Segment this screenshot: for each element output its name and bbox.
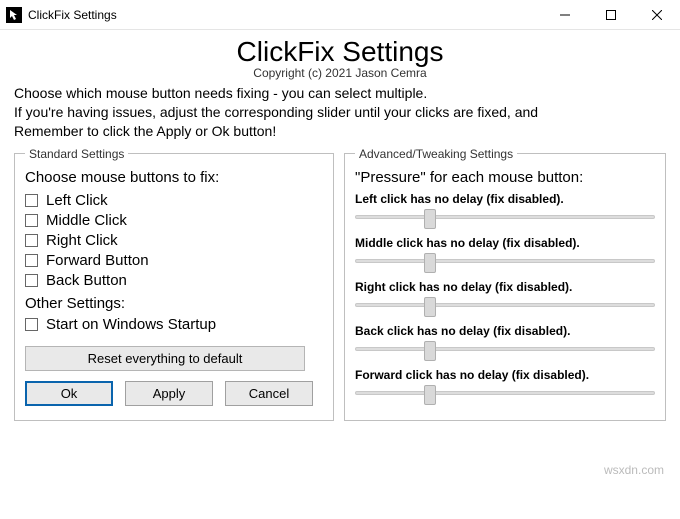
checkbox-label: Middle Click (46, 212, 127, 229)
intro-line: Remember to click the Apply or Ok button… (14, 122, 666, 141)
left-slider-label: Left click has no delay (fix disabled). (355, 192, 655, 206)
slider-track (355, 347, 655, 351)
reset-button[interactable]: Reset everything to default (25, 346, 305, 371)
checkbox-icon (25, 274, 38, 287)
slider-thumb[interactable] (424, 253, 436, 273)
slider-thumb[interactable] (424, 385, 436, 405)
right-slider[interactable] (355, 296, 655, 318)
checkbox-icon (25, 254, 38, 267)
cancel-button[interactable]: Cancel (225, 381, 313, 406)
forward-slider[interactable] (355, 384, 655, 406)
choose-buttons-label: Choose mouse buttons to fix: (25, 169, 323, 186)
slider-thumb[interactable] (424, 297, 436, 317)
standard-legend: Standard Settings (25, 147, 128, 161)
dialog-buttons: Ok Apply Cancel (25, 381, 323, 406)
intro-line: If you're having issues, adjust the corr… (14, 103, 666, 122)
checkbox-icon (25, 194, 38, 207)
checkbox-icon (25, 318, 38, 331)
slider-thumb[interactable] (424, 341, 436, 361)
checkbox-label: Left Click (46, 192, 108, 209)
window-title: ClickFix Settings (28, 8, 117, 22)
intro-line: Choose which mouse button needs fixing -… (14, 84, 666, 103)
slider-track (355, 303, 655, 307)
standard-settings-group: Standard Settings Choose mouse buttons t… (14, 147, 334, 421)
startup-checkbox[interactable]: Start on Windows Startup (25, 316, 323, 333)
advanced-settings-group: Advanced/Tweaking Settings "Pressure" fo… (344, 147, 666, 421)
right-click-checkbox[interactable]: Right Click (25, 232, 323, 249)
forward-button-checkbox[interactable]: Forward Button (25, 252, 323, 269)
checkbox-label: Back Button (46, 272, 127, 289)
intro-text: Choose which mouse button needs fixing -… (14, 84, 666, 141)
close-button[interactable] (634, 0, 680, 30)
window-titlebar: ClickFix Settings (0, 0, 680, 30)
watermark: wsxdn.com (604, 463, 664, 477)
pressure-label: "Pressure" for each mouse button: (355, 169, 655, 186)
advanced-legend: Advanced/Tweaking Settings (355, 147, 517, 161)
maximize-button[interactable] (588, 0, 634, 30)
slider-track (355, 259, 655, 263)
minimize-button[interactable] (542, 0, 588, 30)
copyright-text: Copyright (c) 2021 Jason Cemra (14, 66, 666, 80)
left-slider[interactable] (355, 208, 655, 230)
checkbox-label: Forward Button (46, 252, 149, 269)
middle-slider[interactable] (355, 252, 655, 274)
forward-slider-label: Forward click has no delay (fix disabled… (355, 368, 655, 382)
slider-thumb[interactable] (424, 209, 436, 229)
back-button-checkbox[interactable]: Back Button (25, 272, 323, 289)
apply-button[interactable]: Apply (125, 381, 213, 406)
slider-track (355, 391, 655, 395)
page-title: ClickFix Settings (14, 36, 666, 68)
left-click-checkbox[interactable]: Left Click (25, 192, 323, 209)
slider-track (355, 215, 655, 219)
back-slider-label: Back click has no delay (fix disabled). (355, 324, 655, 338)
checkbox-label: Start on Windows Startup (46, 316, 216, 333)
app-icon (6, 7, 22, 23)
middle-slider-label: Middle click has no delay (fix disabled)… (355, 236, 655, 250)
checkbox-icon (25, 214, 38, 227)
back-slider[interactable] (355, 340, 655, 362)
ok-button[interactable]: Ok (25, 381, 113, 406)
checkbox-label: Right Click (46, 232, 118, 249)
right-slider-label: Right click has no delay (fix disabled). (355, 280, 655, 294)
other-settings-label: Other Settings: (25, 295, 323, 312)
middle-click-checkbox[interactable]: Middle Click (25, 212, 323, 229)
checkbox-icon (25, 234, 38, 247)
